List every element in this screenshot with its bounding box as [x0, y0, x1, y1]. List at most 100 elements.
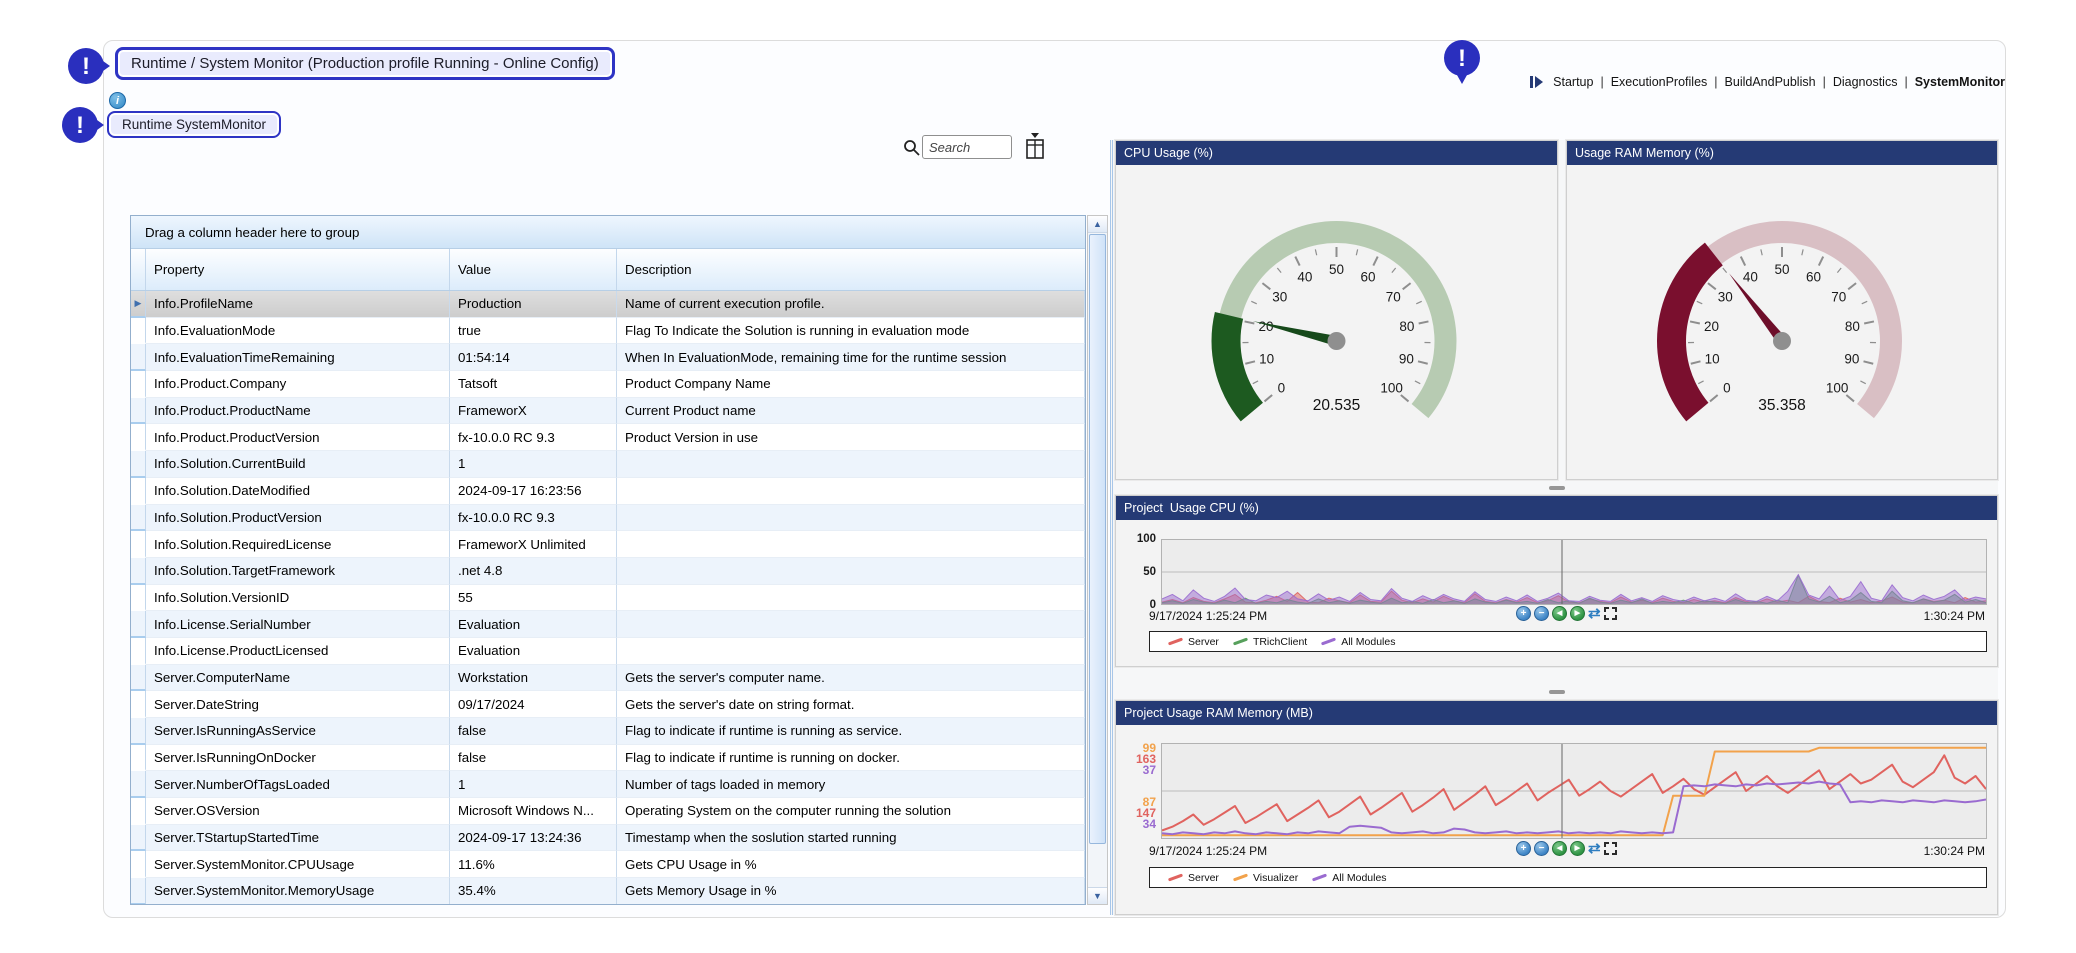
table-row[interactable]: Info.EvaluationTimeRemaining01:54:14When… — [131, 344, 1085, 371]
table-row[interactable]: Info.Solution.CurrentBuild1 — [131, 451, 1085, 478]
page-title-badge[interactable]: Runtime / System Monitor (Production pro… — [115, 47, 615, 80]
row-indicator — [131, 505, 146, 532]
cpu-chart-start-time: 9/17/2024 1:25:24 PM — [1149, 609, 1267, 623]
row-indicator — [131, 638, 146, 665]
fullscreen-button[interactable] — [1604, 607, 1617, 620]
svg-text:50: 50 — [1329, 262, 1344, 277]
table-row[interactable]: Info.Solution.ProductVersionfx-10.0.0 RC… — [131, 505, 1085, 532]
svg-text:0: 0 — [1278, 380, 1286, 395]
table-row[interactable]: Info.Product.ProductNameFrameworXCurrent… — [131, 398, 1085, 425]
column-chooser-icon[interactable] — [1024, 132, 1046, 160]
pan-right-button[interactable]: ► — [1570, 841, 1585, 856]
table-row[interactable]: Server.NumberOfTagsLoaded1Number of tags… — [131, 771, 1085, 798]
svg-text:40: 40 — [1297, 269, 1312, 284]
cell-value: fx-10.0.0 RC 9.3 — [450, 505, 617, 532]
svg-text:60: 60 — [1361, 269, 1376, 284]
info-icon[interactable]: i — [109, 92, 126, 109]
cpu-y-tick: 50 — [1118, 566, 1156, 578]
column-header-property[interactable]: Property — [146, 249, 450, 290]
cell-property: Info.Solution.VersionID — [146, 585, 450, 612]
cell-description — [617, 478, 1085, 505]
breadcrumb-item-buildandpublish[interactable]: BuildAndPublish — [1725, 75, 1816, 89]
table-row[interactable]: Server.SystemMonitor.MemoryUsage35.4%Get… — [131, 878, 1085, 904]
table-row[interactable]: Server.OSVersionMicrosoft Windows N...Op… — [131, 798, 1085, 825]
scrollbar-down-button[interactable]: ▼ — [1088, 887, 1107, 904]
cell-value: 1 — [450, 451, 617, 478]
table-row[interactable]: Server.SystemMonitor.CPUUsage11.6%Gets C… — [131, 851, 1085, 878]
legend-label: All Modules — [1341, 636, 1395, 648]
table-row[interactable]: Server.DateString09/17/2024Gets the serv… — [131, 691, 1085, 718]
pan-left-button[interactable]: ◄ — [1552, 606, 1567, 621]
table-row[interactable]: Info.Solution.RequiredLicenseFrameworX U… — [131, 531, 1085, 558]
cell-description — [617, 558, 1085, 585]
cell-property: Info.EvaluationTimeRemaining — [146, 344, 450, 371]
splitter-grip[interactable] — [1549, 690, 1565, 694]
cell-value: 2024-09-17 13:24:36 — [450, 825, 617, 852]
zoom-in-button[interactable]: + — [1516, 606, 1531, 621]
ram-chart-plot[interactable] — [1161, 743, 1987, 839]
svg-text:0: 0 — [1723, 380, 1731, 395]
row-indicator — [131, 745, 146, 772]
breadcrumb-item-executionprofiles[interactable]: ExecutionProfiles — [1611, 75, 1708, 89]
legend-item: Visualizer — [1233, 872, 1298, 884]
breadcrumb-separator: | — [1714, 75, 1717, 89]
scrollbar-up-button[interactable]: ▲ — [1088, 216, 1107, 233]
table-row[interactable]: Info.License.SerialNumberEvaluation — [131, 611, 1085, 638]
refresh-button[interactable]: ⇄ — [1588, 841, 1601, 856]
pan-right-button[interactable]: ► — [1570, 606, 1585, 621]
ram-chart-end-time: 1:30:24 PM — [1924, 844, 1985, 858]
cell-value: fx-10.0.0 RC 9.3 — [450, 424, 617, 451]
zoom-out-button[interactable]: − — [1534, 606, 1549, 621]
pan-left-button[interactable]: ◄ — [1552, 841, 1567, 856]
scrollbar-thumb[interactable] — [1089, 234, 1106, 844]
cell-property: Info.Product.ProductVersion — [146, 424, 450, 451]
cpu-chart-title: Project Usage CPU (%) — [1116, 496, 1997, 520]
cell-value: 1 — [450, 771, 617, 798]
cell-property: Info.Product.ProductName — [146, 398, 450, 425]
fullscreen-button[interactable] — [1604, 842, 1617, 855]
cell-property: Server.ComputerName — [146, 665, 450, 692]
table-row[interactable]: Info.Product.ProductVersionfx-10.0.0 RC … — [131, 424, 1085, 451]
cell-property: Info.Product.Company — [146, 371, 450, 398]
group-by-band[interactable]: Drag a column header here to group — [131, 216, 1085, 249]
cell-description: Gets the server's date on string format. — [617, 691, 1085, 718]
table-row[interactable]: Info.Solution.VersionID55 — [131, 585, 1085, 612]
scrollbar-track[interactable] — [1088, 845, 1107, 887]
cpu-chart-plot[interactable] — [1161, 539, 1987, 605]
search-icon — [903, 139, 920, 156]
svg-text:70: 70 — [1831, 290, 1846, 305]
legend-swatch-icon — [1233, 874, 1248, 882]
refresh-button[interactable]: ⇄ — [1588, 606, 1601, 621]
svg-text:35.358: 35.358 — [1758, 397, 1805, 414]
cell-property: Info.License.SerialNumber — [146, 611, 450, 638]
column-header-description[interactable]: Description — [617, 249, 1085, 290]
table-row[interactable]: Server.ComputerNameWorkstationGets the s… — [131, 665, 1085, 692]
cell-value: false — [450, 745, 617, 772]
table-row[interactable]: Info.Product.CompanyTatsoftProduct Compa… — [131, 371, 1085, 398]
grid-vertical-scrollbar[interactable]: ▲ ▼ — [1087, 215, 1108, 905]
cell-property: Info.Solution.TargetFramework — [146, 558, 450, 585]
legend-item: TRichClient — [1233, 636, 1307, 648]
table-row[interactable]: Server.IsRunningOnDockerfalseFlag to ind… — [131, 745, 1085, 772]
breadcrumb-item-startup[interactable]: Startup — [1553, 75, 1593, 89]
cell-value: 01:54:14 — [450, 344, 617, 371]
column-header-value[interactable]: Value — [450, 249, 617, 290]
table-row[interactable]: Server.TStartupStartedTime2024-09-17 13:… — [131, 825, 1085, 852]
table-row[interactable]: Info.Solution.DateModified2024-09-17 16:… — [131, 478, 1085, 505]
table-row[interactable]: ▶Info.ProfileNameProductionName of curre… — [131, 291, 1085, 318]
table-row[interactable]: Info.License.ProductLicensedEvaluation — [131, 638, 1085, 665]
search-input[interactable] — [922, 135, 1012, 159]
splitter-grip[interactable] — [1549, 486, 1565, 490]
table-row[interactable]: Info.Solution.TargetFramework.net 4.8 — [131, 558, 1085, 585]
zoom-out-button[interactable]: − — [1534, 841, 1549, 856]
breadcrumb-item-systemmonitor[interactable]: SystemMonitor — [1915, 75, 2005, 89]
zoom-in-button[interactable]: + — [1516, 841, 1531, 856]
alert-pin-title-icon: ! — [68, 44, 110, 88]
table-row[interactable]: Info.EvaluationModetrueFlag To Indicate … — [131, 318, 1085, 345]
breadcrumb-item-diagnostics[interactable]: Diagnostics — [1833, 75, 1898, 89]
table-row[interactable]: Server.IsRunningAsServicefalseFlag to in… — [131, 718, 1085, 745]
row-indicator — [131, 611, 146, 638]
breadcrumb-separator: | — [1904, 75, 1907, 89]
runtime-systemmonitor-badge[interactable]: Runtime SystemMonitor — [107, 111, 281, 138]
row-indicator — [131, 344, 146, 371]
